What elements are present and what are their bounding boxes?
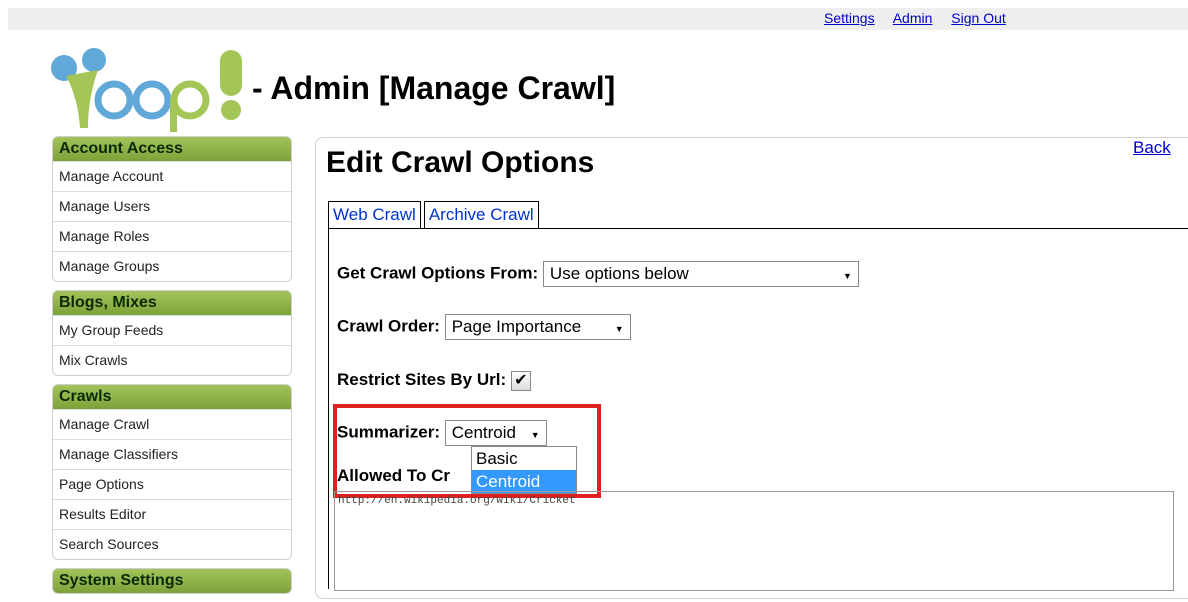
top-links: Settings Admin Sign Out [824, 10, 1021, 26]
summarizer-row: Summarizer: Centroid ▼ [337, 420, 547, 446]
allowed-row: Allowed To Cr [337, 466, 450, 486]
sidebar-item-manage-crawl[interactable]: Manage Crawl [53, 409, 291, 439]
sidebar-item-mix-crawls[interactable]: Mix Crawls [53, 345, 291, 375]
tab-archive-crawl[interactable]: Archive Crawl [423, 201, 539, 229]
settings-link[interactable]: Settings [824, 10, 875, 26]
sidebar-item-search-sources[interactable]: Search Sources [53, 529, 291, 559]
crawl-order-select[interactable]: Page Importance ▼ [444, 314, 631, 340]
tab-web-crawl[interactable]: Web Crawl [328, 201, 421, 229]
sidebar-item-manage-groups[interactable]: Manage Groups [53, 251, 291, 281]
restrict-row: Restrict Sites By Url: ✔ [337, 370, 531, 391]
sidebar-item-results-editor[interactable]: Results Editor [53, 499, 291, 529]
top-bar: Settings Admin Sign Out [8, 8, 1188, 30]
crawl-order-row: Crawl Order: Page Importance ▼ [337, 314, 631, 340]
allowed-sites-textarea[interactable]: http://en.wikipedia.org/wiki/Cricket [334, 491, 1174, 591]
options-from-row: Get Crawl Options From: Use options belo… [337, 261, 859, 287]
sidebar-item-manage-account[interactable]: Manage Account [53, 161, 291, 191]
chevron-down-icon: ▼ [614, 324, 624, 334]
sidebar-item-my-group-feeds[interactable]: My Group Feeds [53, 315, 291, 345]
admin-link[interactable]: Admin [893, 10, 933, 26]
crawl-order-value: Page Importance [451, 317, 582, 336]
sidebar-group-title: System Settings [53, 569, 291, 593]
sidebar-group-blogs-mixes: Blogs, Mixes My Group Feeds Mix Crawls [52, 290, 292, 376]
summarizer-label: Summarizer: [337, 422, 440, 442]
options-from-label: Get Crawl Options From: [337, 263, 539, 283]
restrict-checkbox[interactable]: ✔ [510, 370, 531, 391]
yioop-logo[interactable] [48, 40, 278, 132]
summarizer-select[interactable]: Centroid ▼ [444, 420, 547, 446]
sidebar-item-page-options[interactable]: Page Options [53, 469, 291, 499]
sidebar-group-title: Account Access [53, 137, 291, 161]
options-from-value: Use options below [549, 264, 689, 283]
summarizer-value: Centroid [451, 423, 516, 442]
sidebar-item-manage-classifiers[interactable]: Manage Classifiers [53, 439, 291, 469]
summarizer-dropdown-list: Basic Centroid [471, 446, 577, 494]
back-link[interactable]: Back [1133, 138, 1171, 158]
summarizer-option-centroid[interactable]: Centroid [472, 470, 576, 493]
crawl-order-label: Crawl Order: [337, 316, 440, 336]
sidebar: Account Access Manage Account Manage Use… [52, 136, 292, 602]
tab-bar: Web Crawl Archive Crawl [328, 201, 542, 229]
sidebar-group-crawls: Crawls Manage Crawl Manage Classifiers P… [52, 384, 292, 560]
sidebar-group-title: Blogs, Mixes [53, 291, 291, 315]
page-heading: - Admin [Manage Crawl] [252, 70, 616, 106]
sidebar-group-system-settings: System Settings [52, 568, 292, 594]
summarizer-option-basic[interactable]: Basic [472, 447, 576, 470]
check-icon: ✔ [514, 371, 528, 389]
sidebar-item-manage-users[interactable]: Manage Users [53, 191, 291, 221]
sidebar-group-account-access: Account Access Manage Account Manage Use… [52, 136, 292, 282]
allowed-label: Allowed To Cr [337, 466, 451, 485]
page-title: Edit Crawl Options [326, 146, 595, 179]
chevron-down-icon: ▼ [530, 430, 540, 440]
sign-out-link[interactable]: Sign Out [951, 10, 1005, 26]
sidebar-item-manage-roles[interactable]: Manage Roles [53, 221, 291, 251]
chevron-down-icon: ▼ [843, 271, 852, 281]
options-from-select[interactable]: Use options below ▼ [542, 261, 859, 287]
sidebar-group-title: Crawls [53, 385, 291, 409]
restrict-label: Restrict Sites By Url: [337, 370, 507, 389]
